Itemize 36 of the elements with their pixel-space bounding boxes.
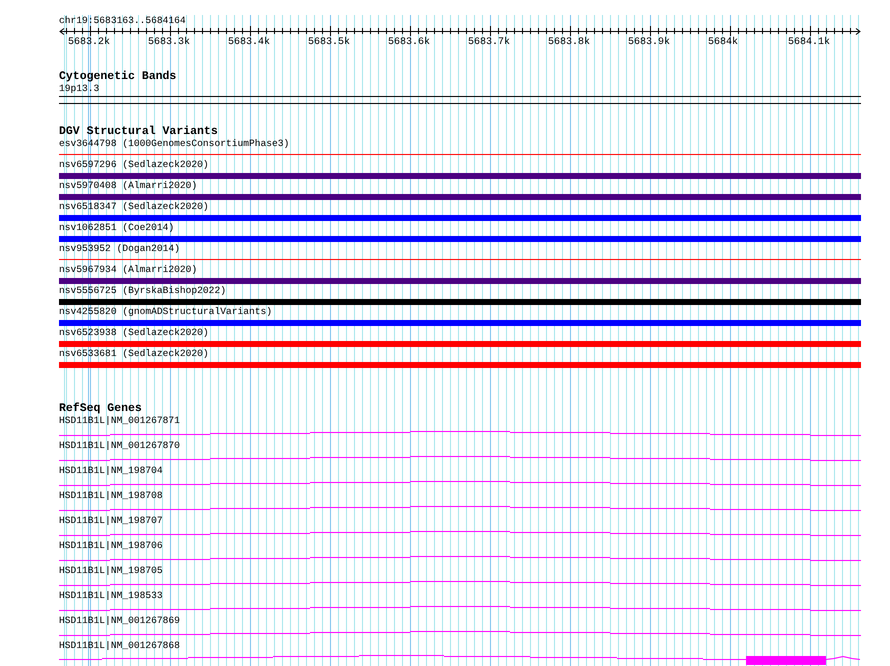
transcript-label: HSD11B1L|NM_198705 [59,565,163,577]
ruler-tick-label: 5683.6k [388,37,430,48]
transcript-label: HSD11B1L|NM_198533 [59,590,163,602]
transcript-label: HSD11B1L|NM_198704 [59,465,163,477]
transcript-label: HSD11B1L|NM_001267869 [59,615,180,627]
variant-label: nsv5967934 (Almarri2020) [59,264,198,276]
variant-label: nsv4255820 (gnomADStructuralVariants) [59,306,272,318]
track-title: RefSeq Genes [59,402,142,415]
ruler-tick-label: 5684k [708,37,738,48]
ruler-tick-label: 5683.4k [228,37,270,48]
ruler-tick-label: 5683.7k [468,37,510,48]
variant-label: nsv5556725 (ByrskaBishop2022) [59,285,226,297]
ruler-tick-label: 5683.5k [308,37,350,48]
variant-label: nsv6597296 (Sedlazeck2020) [59,159,209,171]
ruler-tick-label: 5683.2k [68,37,110,48]
variant-label: nsv6523938 (Sedlazeck2020) [59,327,209,339]
transcript-label: HSD11B1L|NM_001267871 [59,415,180,427]
variant-label: nsv953952 (Dogan2014) [59,243,180,255]
transcript-label: HSD11B1L|NM_198708 [59,490,163,502]
track-title: Cytogenetic Bands [59,70,176,83]
ruler-tick-label: 5683.8k [548,37,590,48]
transcript-label: HSD11B1L|NM_001267868 [59,640,180,652]
variant-label: nsv5970408 (Almarri2020) [59,180,198,192]
band-label: 19p13.3 [59,83,100,95]
ruler-tick-label: 5683.9k [628,37,670,48]
transcript-label: HSD11B1L|NM_198707 [59,515,163,527]
track-title: DGV Structural Variants [59,125,218,138]
variant-label: esv3644798 (1000GenomesConsortiumPhase3) [59,138,290,150]
ruler-tick-label: 5683.3k [148,37,190,48]
transcript-label: HSD11B1L|NM_198706 [59,540,163,552]
ruler-tick-label: 5684.1k [788,37,830,48]
variant-label: nsv6518347 (Sedlazeck2020) [59,201,209,213]
location-label: chr19:5683163..5684164 [59,15,186,27]
variant-label: nsv6533681 (Sedlazeck2020) [59,348,209,360]
transcript-label: HSD11B1L|NM_001267870 [59,440,180,452]
variant-label: nsv1062851 (Coe2014) [59,222,174,234]
